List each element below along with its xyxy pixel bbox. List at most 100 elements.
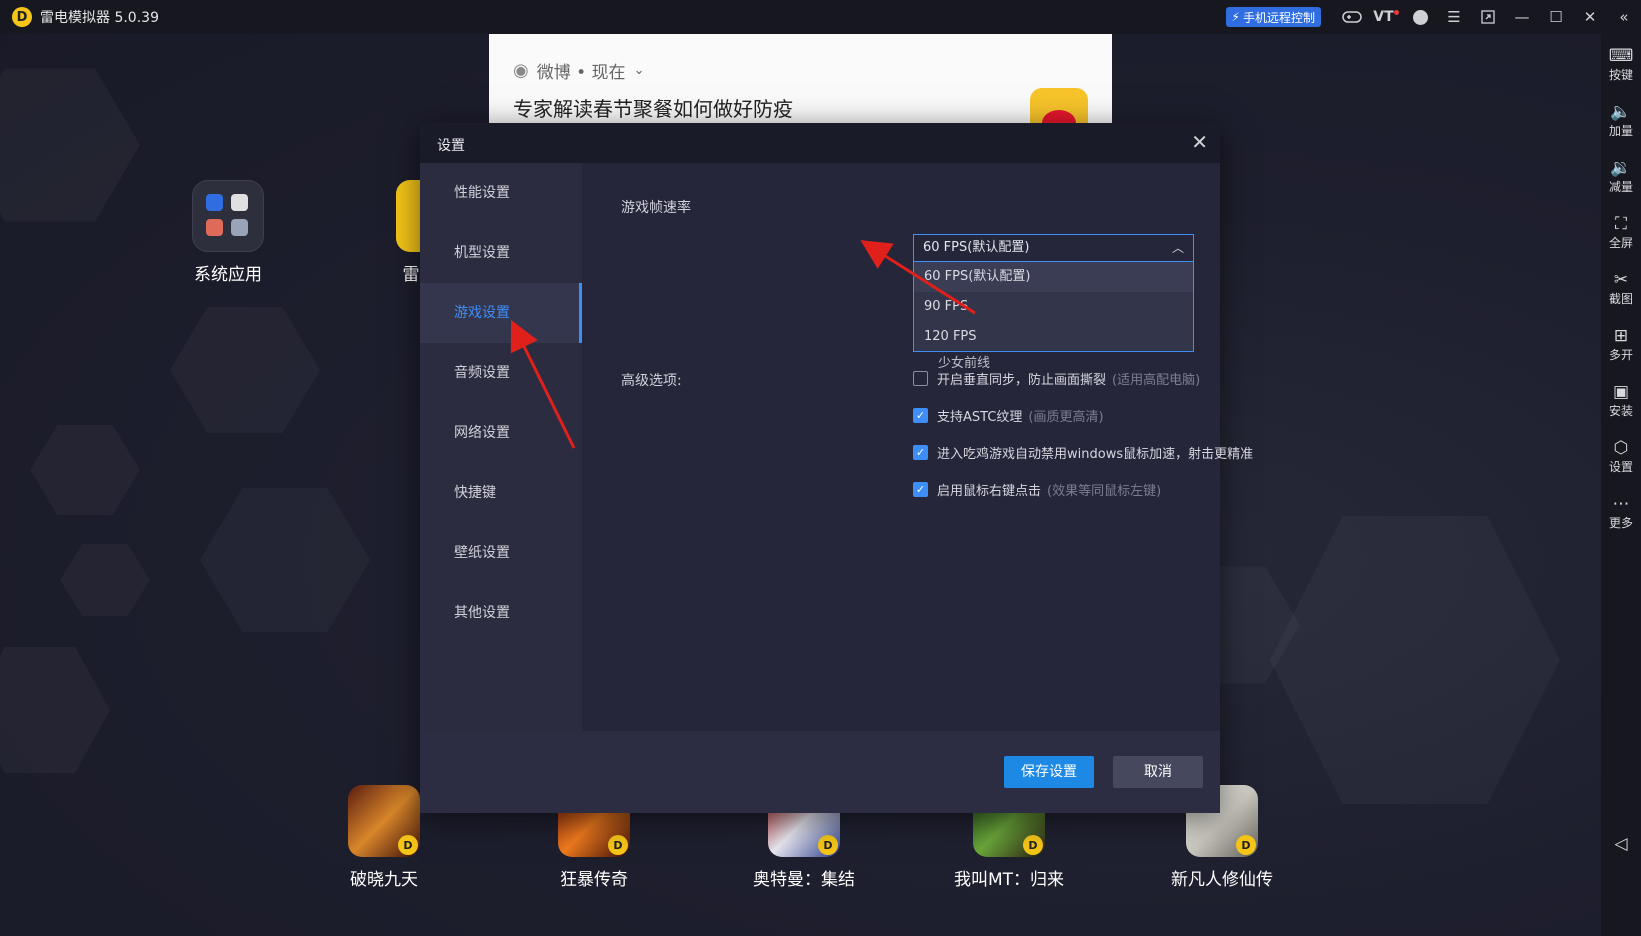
option-text: 开启垂直同步，防止画面撕裂 (937, 372, 1107, 388)
volume-down-label: 减量 (1608, 180, 1633, 194)
notification-dot (1393, 9, 1399, 15)
checkbox-checked[interactable]: ✓ (913, 481, 928, 497)
collapse-sidebar-icon[interactable]: « (1607, 0, 1641, 34)
volume-down-icon: 🔉 (1610, 158, 1632, 178)
bg-hexagon (0, 69, 140, 222)
option-text: 启用鼠标右键点击 (937, 483, 1042, 499)
tab-performance[interactable]: 性能设置 (420, 163, 582, 223)
checkbox-checked[interactable]: ✓ (913, 444, 928, 460)
frame-rate-dropdown: 60 FPS(默认配置) 90 FPS 120 FPS (913, 262, 1194, 352)
keyboard-icon: ⌨ (1608, 46, 1634, 66)
close-icon[interactable]: ✕ (1191, 131, 1208, 153)
more-icon: ⋯ (1612, 494, 1630, 514)
ld-badge-icon: D (1023, 835, 1043, 855)
tab-network[interactable]: 网络设置 (420, 403, 582, 463)
app-title: 雷电模拟器 5.0.39 (40, 10, 159, 26)
settings-content: 游戏帧速率 少女前线 60 FPS(默认配置) ︿ 60 FPS(默认配置) 9… (582, 163, 1253, 731)
gamepad-icon[interactable] (1335, 0, 1369, 34)
apk-install-label: 安装 (1608, 404, 1633, 418)
system-apps-folder[interactable]: 系统应用 (178, 180, 278, 285)
save-settings-button[interactable]: 保存设置 (1004, 756, 1094, 788)
astc-option[interactable]: ✓ 支持ASTC纹理 (画质更高清) (913, 405, 1104, 425)
game-icon-poxiao[interactable]: D 破晓九天 (334, 785, 434, 890)
fullscreen-icon: ⛶ (1615, 214, 1627, 234)
system-apps-label: 系统应用 (194, 265, 262, 285)
more-button[interactable]: ⋯ 更多 (1601, 494, 1641, 530)
dialog-title: 设置 (437, 138, 465, 154)
tab-wallpaper[interactable]: 壁纸设置 (420, 523, 582, 583)
volume-up-label: 加量 (1608, 124, 1633, 138)
ld-badge-icon: D (398, 835, 418, 855)
tab-device-model[interactable]: 机型设置 (420, 223, 582, 283)
bg-hexagon (200, 488, 370, 632)
multi-instance-label: 多开 (1608, 348, 1633, 362)
vt-button[interactable]: VT (1369, 0, 1403, 34)
restore-window-icon[interactable] (1471, 0, 1505, 34)
remote-control-label: 手机远程控制 (1242, 10, 1315, 25)
fps-option[interactable]: 90 FPS (914, 292, 1193, 322)
game-label: 我叫MT：归来 (953, 870, 1065, 890)
maximize-icon[interactable]: ☐ (1539, 0, 1573, 34)
option-text: 支持ASTC纹理 (937, 409, 1023, 425)
settings-dialog: 设置 ✕ 性能设置 机型设置 游戏设置 音频设置 网络设置 快捷键 壁纸设置 其… (420, 123, 1253, 813)
game-label: 奥特曼：集结 (753, 870, 855, 890)
settings-button[interactable]: ⬡ 设置 (1601, 438, 1641, 474)
close-window-icon[interactable]: ✕ (1573, 0, 1607, 34)
settings-sidebar: 性能设置 机型设置 游戏设置 音频设置 网络设置 快捷键 壁纸设置 其他设置 (420, 163, 582, 731)
ld-badge-icon: D (818, 835, 838, 855)
right-click-option[interactable]: ✓ 启用鼠标右键点击 (效果等同鼠标左键) (913, 479, 1161, 499)
bg-hexagon (1270, 516, 1560, 804)
game-poxiao-icon: D (348, 785, 420, 857)
apk-install-button[interactable]: ▣ 安装 (1601, 382, 1641, 418)
tab-game[interactable]: 游戏设置 (420, 283, 582, 343)
account-icon[interactable] (1403, 0, 1437, 34)
scissors-icon: ✂ (1613, 270, 1629, 290)
checkbox-checked[interactable]: ✓ (913, 407, 928, 423)
weibo-icon: ◉ (513, 60, 529, 81)
vt-label: VT (1373, 9, 1394, 25)
volume-up-button[interactable]: 🔈 加量 (1601, 102, 1641, 138)
tab-other[interactable]: 其他设置 (420, 583, 582, 643)
checkbox[interactable] (913, 370, 928, 386)
more-label: 更多 (1608, 516, 1633, 530)
tab-shortcuts[interactable]: 快捷键 (420, 463, 582, 523)
weibo-notification[interactable]: ◉ 微博 • 现在 ⌄ 专家解读春节聚餐如何做好防疫 (489, 34, 1112, 124)
dialog-header: 设置 ✕ (420, 123, 1220, 163)
multi-instance-button[interactable]: ⊞ 多开 (1601, 326, 1641, 362)
back-triangle-icon: ◁ (1614, 834, 1628, 854)
keymap-label: 按键 (1608, 68, 1633, 82)
cancel-button[interactable]: 取消 (1113, 756, 1203, 788)
settings-label: 设置 (1608, 460, 1633, 474)
screenshot-label: 截图 (1608, 292, 1633, 306)
right-toolbar: ⌨ 按键 🔈 加量 🔉 减量 ⛶ 全屏 ✂ 截图 ⊞ 多开 ▣ 安装 ⬡ 设置 … (1601, 34, 1641, 936)
fps-option[interactable]: 60 FPS(默认配置) (914, 262, 1193, 292)
keymap-button[interactable]: ⌨ 按键 (1601, 46, 1641, 82)
frame-rate-select[interactable]: 60 FPS(默认配置) ︿ (913, 234, 1194, 262)
title-bar-controls: ⚡ 手机远程控制 VT ☰ — ☐ ✕ « (1225, 0, 1641, 34)
multi-instance-icon: ⊞ (1613, 326, 1629, 346)
notification-source: ◉ 微博 • 现在 ⌄ (513, 58, 644, 83)
system-apps-icon (192, 180, 264, 252)
lightning-icon: ⚡ (1231, 10, 1240, 24)
vsync-option[interactable]: 开启垂直同步，防止画面撕裂 (适用高配电脑) (913, 368, 1200, 388)
option-text: 进入吃鸡游戏自动禁用windows鼠标加速，射击更精准 (937, 446, 1254, 462)
bg-hexagon (60, 544, 150, 616)
volume-down-button[interactable]: 🔉 减量 (1601, 158, 1641, 194)
remote-control-button[interactable]: ⚡ 手机远程控制 (1225, 7, 1321, 27)
option-hint: (效果等同鼠标左键) (1047, 483, 1162, 499)
screenshot-button[interactable]: ✂ 截图 (1601, 270, 1641, 306)
mouse-accel-option[interactable]: ✓ 进入吃鸡游戏自动禁用windows鼠标加速，射击更精准 (913, 442, 1253, 462)
title-bar: D 雷电模拟器 5.0.39 ⚡ 手机远程控制 VT ☰ — ☐ ✕ « (0, 0, 1641, 34)
fullscreen-button[interactable]: ⛶ 全屏 (1601, 214, 1641, 250)
volume-up-icon: 🔈 (1610, 102, 1632, 122)
menu-icon[interactable]: ☰ (1437, 0, 1471, 34)
fps-option[interactable]: 120 FPS (914, 322, 1193, 352)
tab-audio[interactable]: 音频设置 (420, 343, 582, 403)
back-button[interactable]: ◁ (1601, 834, 1641, 854)
notification-headline: 专家解读春节聚餐如何做好防疫 (513, 97, 793, 121)
app-logo-icon: D (12, 7, 32, 27)
chevron-down-icon[interactable]: ⌄ (634, 63, 645, 78)
bg-hexagon (170, 307, 320, 433)
advanced-options-label: 高级选项: (621, 373, 682, 389)
minimize-icon[interactable]: — (1505, 0, 1539, 34)
